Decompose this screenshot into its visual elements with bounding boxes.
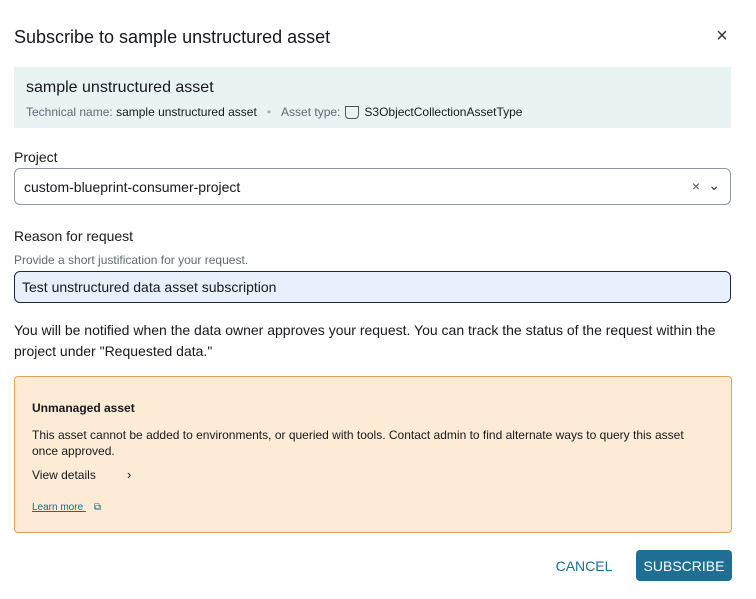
learn-more-label: Learn more xyxy=(32,502,84,513)
separator: • xyxy=(266,105,272,119)
technical-name: sample unstructured asset xyxy=(116,105,257,119)
asset-type-label: Asset type: xyxy=(281,105,341,119)
cancel-button[interactable]: CANCEL xyxy=(548,550,620,581)
project-label: Project xyxy=(14,149,58,165)
asset-meta: Technical name: sample unstructured asse… xyxy=(26,105,522,119)
dialog-title: Subscribe to sample unstructured asset xyxy=(14,27,331,47)
bucket-icon xyxy=(345,105,360,119)
close-icon[interactable]: × xyxy=(712,26,732,46)
unmanaged-asset-alert: Unmanaged asset This asset cannot be add… xyxy=(14,376,732,533)
asset-summary: sample unstructured asset Technical name… xyxy=(14,67,731,128)
reason-label: Reason for request xyxy=(14,228,134,244)
view-details-label: View details xyxy=(32,468,96,482)
asset-type: S3ObjectCollectionAssetType xyxy=(364,105,523,119)
project-select[interactable]: custom-blueprint-consumer-project × ⌄ xyxy=(14,168,731,205)
alert-title: Unmanaged asset xyxy=(32,401,135,415)
asset-name: sample unstructured asset xyxy=(26,79,214,96)
reason-hint: Provide a short justification for your r… xyxy=(14,253,249,267)
notice-text: You will be notified when the data owner… xyxy=(14,322,716,359)
external-link-icon: ⧉ xyxy=(93,502,102,513)
technical-name-label: Technical name: xyxy=(26,105,113,119)
chevron-down-icon[interactable]: ⌄ xyxy=(708,177,720,194)
view-details-toggle[interactable]: View details › xyxy=(32,467,131,482)
chevron-right-icon: › xyxy=(127,467,132,482)
project-value: custom-blueprint-consumer-project xyxy=(24,179,241,195)
clear-icon[interactable]: × xyxy=(692,178,700,194)
alert-text: This asset cannot be added to environmen… xyxy=(32,428,684,458)
subscribe-button[interactable]: SUBSCRIBE xyxy=(636,550,732,581)
reason-input[interactable] xyxy=(14,271,731,303)
learn-more-link[interactable]: Learn more ⧉ xyxy=(32,502,101,513)
